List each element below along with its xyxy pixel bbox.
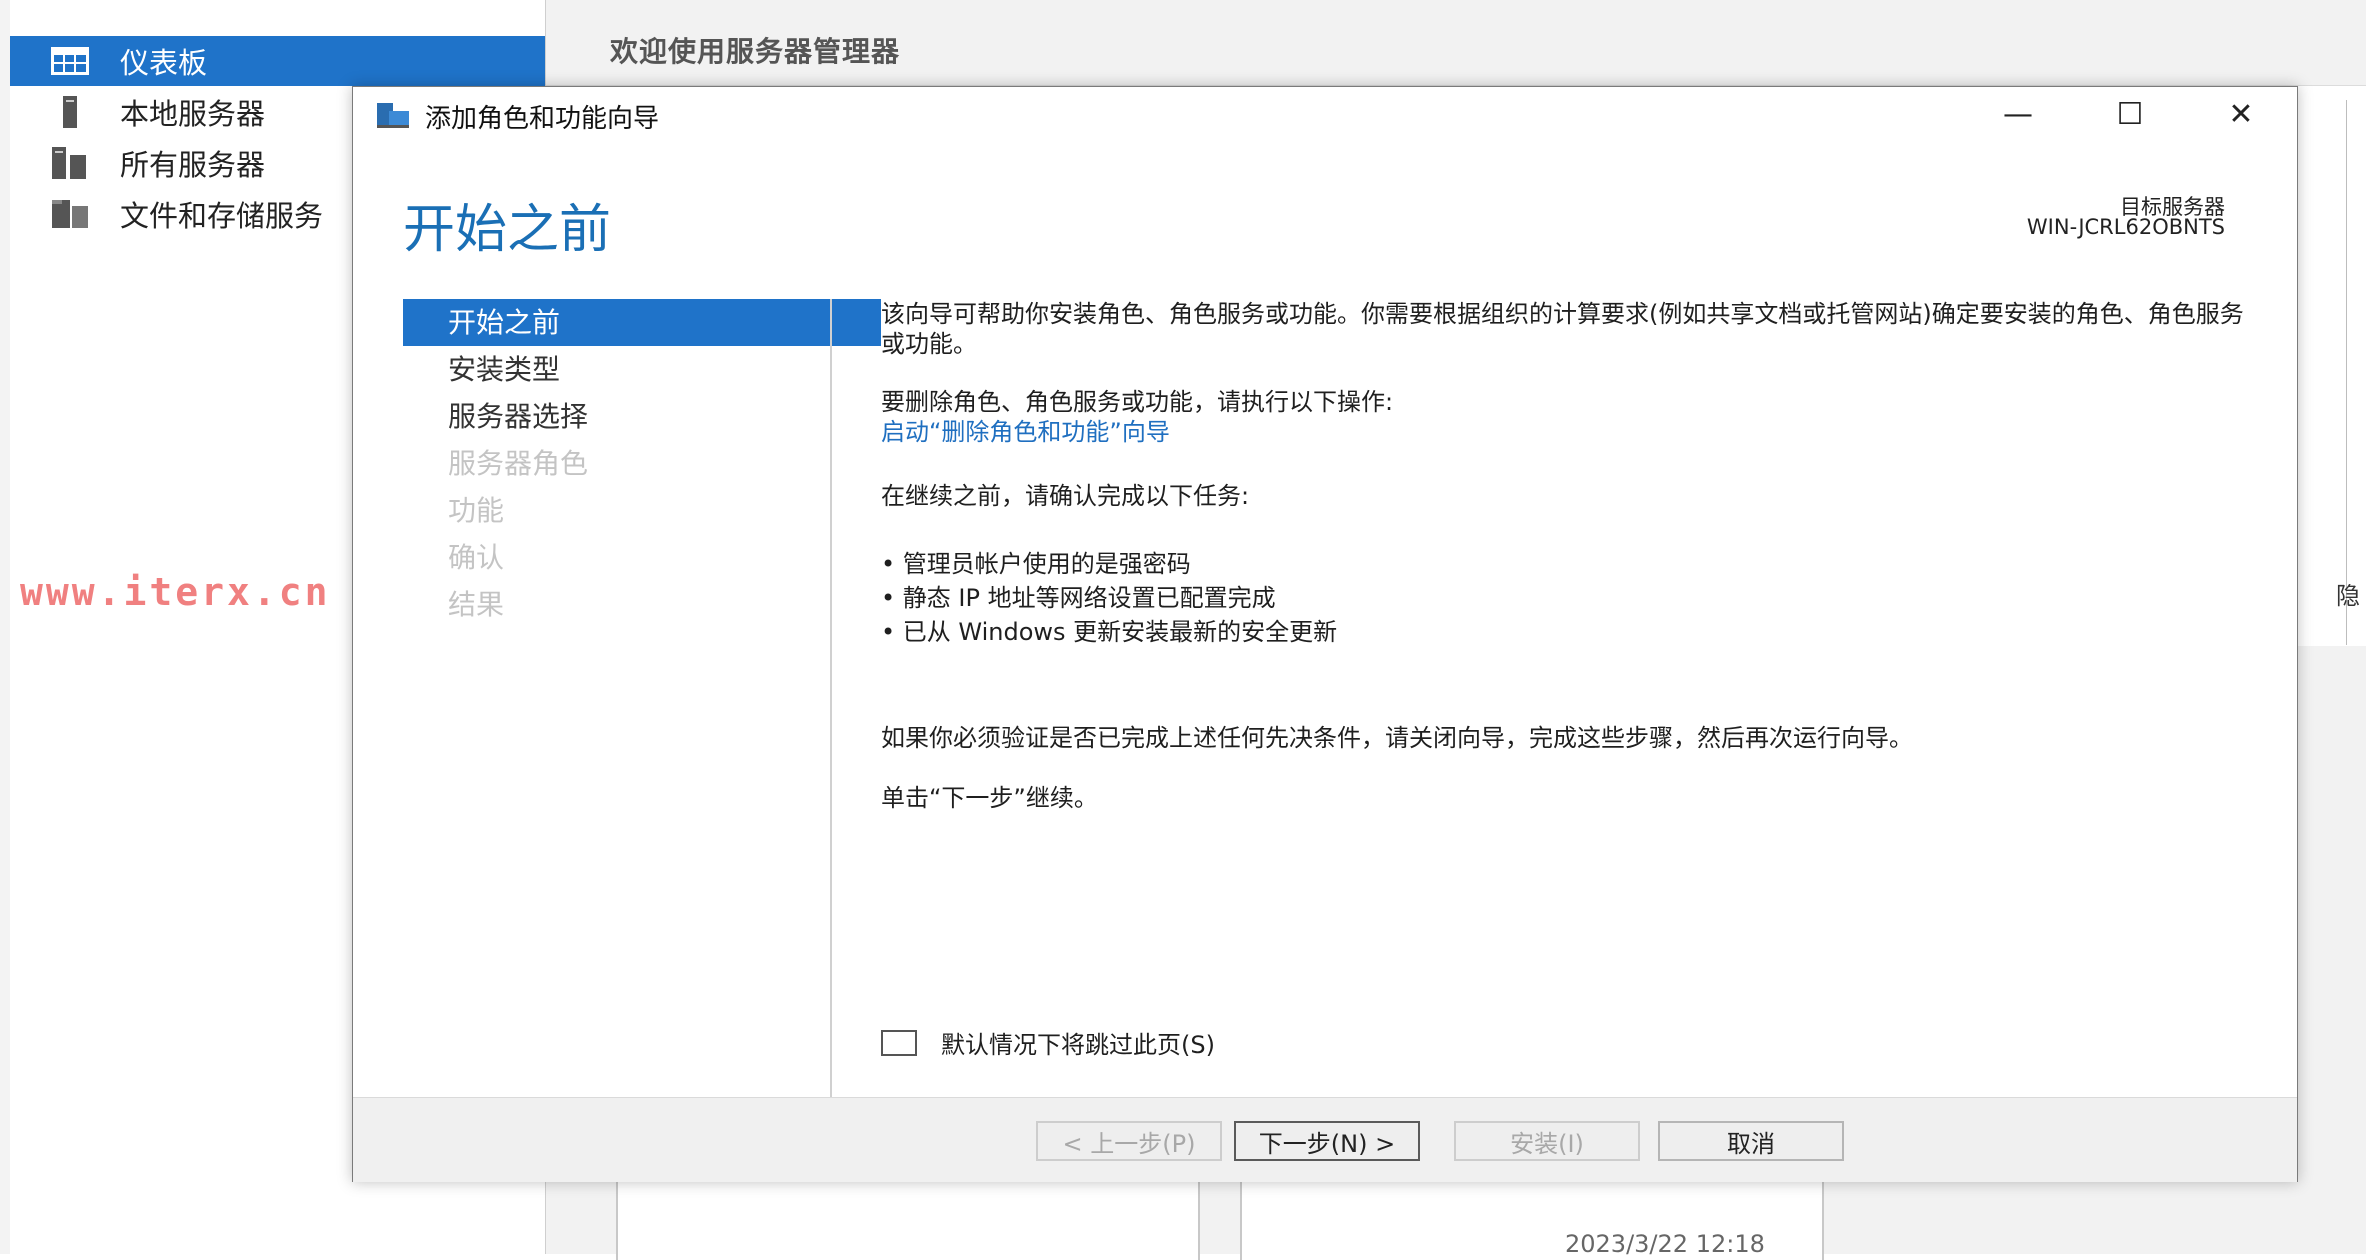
remove-instructions: 要删除角色、角色服务或功能，请执行以下操作: (881, 388, 1394, 416)
intro-text: 该向导可帮助你安装角色、角色服务或功能。你需要根据组织的计算要求(例如共享文档或… (881, 300, 2244, 358)
all-servers-icon (40, 147, 100, 179)
continue-text: 单击“下一步”继续。 (881, 784, 1098, 812)
dashboard-icon (40, 47, 100, 75)
prerequisite-list: 管理员帐户使用的是强密码 静态 IP 地址等网络设置已配置完成 已从 Windo… (881, 547, 1337, 649)
skip-page-option[interactable]: 默认情况下将跳过此页(S) (881, 1025, 1215, 1060)
step-before-you-begin[interactable]: 开始之前 (403, 299, 881, 346)
wizard-icon (375, 99, 411, 133)
maximize-icon: ☐ (2116, 97, 2144, 132)
step-confirmation: 确认 (448, 541, 505, 574)
minimize-icon: — (2003, 97, 2033, 132)
verify-text: 如果你必须验证是否已完成上述任何先决条件，请关闭向导，完成这些步骤，然后再次运行… (881, 724, 1913, 752)
hide-link[interactable]: 隐 (2336, 576, 2360, 611)
minimize-button[interactable]: — (1962, 87, 2074, 142)
sidebar-item-label: 仪表板 (120, 46, 208, 80)
steps-divider (830, 299, 832, 1141)
step-server-selection[interactable]: 服务器选择 (403, 393, 881, 440)
list-item: 管理员帐户使用的是强密码 (881, 547, 1337, 581)
next-button[interactable]: 下一步(N) > (1234, 1121, 1420, 1161)
step-installation-type[interactable]: 安装类型 (403, 346, 881, 393)
install-button[interactable]: 安装(I) (1454, 1121, 1640, 1161)
step-features: 功能 (448, 494, 505, 527)
remove-roles-link[interactable]: 启动“删除角色和功能”向导 (881, 417, 1170, 447)
page-heading: 开始之前 (403, 200, 612, 260)
welcome-title: 欢迎使用服务器管理器 (610, 35, 901, 68)
sidebar-item-label: 所有服务器 (120, 148, 266, 182)
file-storage-icon (40, 198, 100, 230)
sidebar-item-label: 文件和存储服务 (120, 199, 324, 233)
skip-page-label: 默认情况下将跳过此页(S) (941, 1031, 1215, 1059)
sidebar-item-dashboard[interactable]: 仪表板 (10, 36, 545, 86)
target-server-name: WIN-JCRL62OBNTS (2026, 215, 2225, 239)
dashboard-tile (616, 1180, 1200, 1260)
panel-divider (2346, 100, 2347, 645)
window-title: 添加角色和功能向导 (425, 104, 660, 134)
close-button[interactable]: ✕ (2185, 87, 2297, 142)
wizard-steps-nav: 开始之前 安装类型 服务器选择 服务器角色 功能 确认 结果 (403, 299, 881, 628)
local-server-icon (40, 96, 100, 128)
previous-button[interactable]: < 上一步(P) (1036, 1121, 1222, 1161)
close-icon: ✕ (2228, 97, 2254, 132)
sidebar-item-label: 本地服务器 (120, 97, 266, 131)
watermark: www.iterx.cn (20, 570, 331, 614)
title-bar[interactable]: 添加角色和功能向导 — ☐ ✕ (353, 87, 2297, 142)
add-roles-wizard-dialog: 添加角色和功能向导 — ☐ ✕ 开始之前 目标服务器 WIN-JCRL62OBN… (352, 86, 2298, 1182)
confirm-tasks-text: 在继续之前，请确认完成以下任务: (881, 482, 1250, 510)
skip-page-checkbox[interactable] (881, 1029, 917, 1056)
list-item: 已从 Windows 更新安装最新的安全更新 (881, 615, 1337, 649)
wizard-footer: < 上一步(P) 下一步(N) > 安装(I) 取消 (353, 1097, 2297, 1182)
cancel-button[interactable]: 取消 (1658, 1121, 1844, 1161)
maximize-button[interactable]: ☐ (2074, 87, 2186, 142)
step-server-roles: 服务器角色 (448, 447, 589, 480)
list-item: 静态 IP 地址等网络设置已配置完成 (881, 581, 1337, 615)
step-results: 结果 (448, 588, 505, 621)
